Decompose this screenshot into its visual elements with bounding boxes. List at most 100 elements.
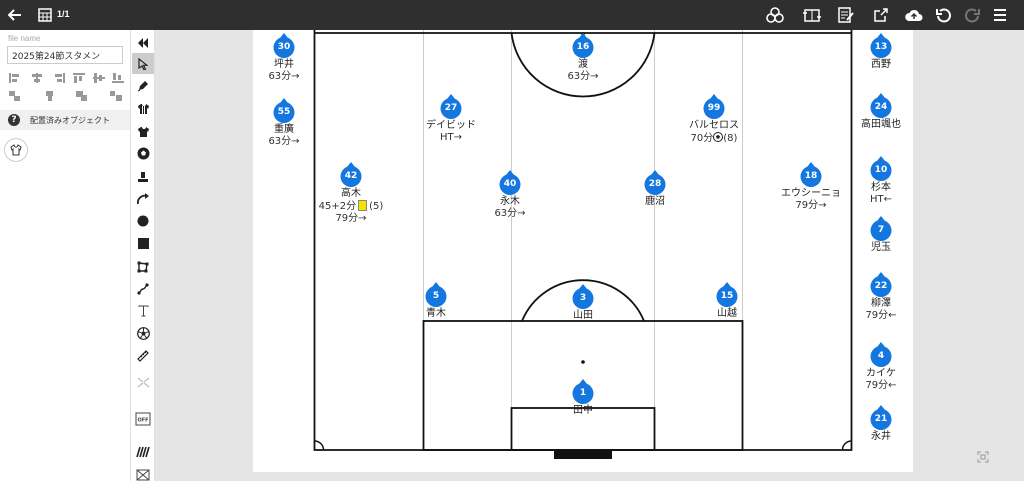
player-number-badge[interactable]: 24: [870, 93, 892, 119]
player-number-badge[interactable]: 1: [572, 379, 594, 405]
polygon-tool-icon[interactable]: [132, 256, 154, 277]
player-number: 15: [720, 291, 734, 301]
player-marker[interactable]: 18 エウシーニョ 79分→: [771, 162, 851, 212]
player-marker[interactable]: 7 児玉: [841, 216, 921, 254]
align-top-icon[interactable]: [73, 73, 85, 83]
ball-icon[interactable]: [132, 143, 154, 164]
player-number-badge[interactable]: 16: [572, 33, 594, 59]
grass-pattern-icon[interactable]: [132, 441, 154, 462]
pages-icon[interactable]: [36, 0, 54, 30]
player-number: 28: [648, 179, 662, 189]
player-number: 55: [277, 107, 291, 117]
player-number-badge[interactable]: 13: [870, 33, 892, 59]
edit-note-icon[interactable]: [836, 0, 856, 30]
player-number: 13: [874, 42, 888, 52]
redo-icon[interactable]: [962, 0, 982, 30]
shirt-icon: [10, 144, 22, 156]
player-shirt-icon[interactable]: [132, 121, 154, 142]
player-marker[interactable]: 24 高田颯也: [841, 93, 921, 131]
undo-icon[interactable]: [934, 0, 954, 30]
distribute-1-icon[interactable]: [9, 91, 21, 101]
player-marker[interactable]: 28 鹿沼: [615, 170, 695, 208]
player-number-badge[interactable]: 4: [870, 342, 892, 368]
text-tool-icon[interactable]: [132, 300, 154, 321]
player-number-badge[interactable]: 18: [800, 162, 822, 188]
player-number-badge[interactable]: 5: [425, 282, 447, 308]
distribute-3-icon[interactable]: [76, 91, 88, 101]
cone-marker-icon[interactable]: [132, 166, 154, 187]
player-number-badge[interactable]: 40: [499, 170, 521, 196]
align-bottom-icon[interactable]: [112, 73, 124, 83]
cloud-upload-icon[interactable]: [904, 0, 924, 30]
player-sub-note: 63分→: [268, 71, 300, 82]
player-marker[interactable]: 4 カイケ 79分←: [841, 342, 921, 392]
align-right-icon[interactable]: [53, 73, 65, 83]
placed-object-shirt[interactable]: [4, 138, 28, 162]
player-shirt-stripe-icon[interactable]: [132, 98, 154, 119]
player-marker[interactable]: 16 渡 63分→: [543, 33, 623, 83]
line-tool-icon[interactable]: [132, 278, 154, 299]
player-number: 27: [444, 103, 458, 113]
player-marker[interactable]: 15 山越: [687, 282, 767, 320]
player-number-badge[interactable]: 10: [870, 156, 892, 182]
align-left-icon[interactable]: [9, 73, 21, 83]
circle-shape-icon[interactable]: [132, 210, 154, 231]
player-number-badge[interactable]: 99: [703, 94, 725, 120]
player-marker[interactable]: 13 西野: [841, 33, 921, 71]
group-objects-icon[interactable]: [132, 372, 154, 393]
swap-field-icon[interactable]: [800, 0, 824, 30]
player-number-badge[interactable]: 7: [870, 216, 892, 242]
ruler-icon[interactable]: [132, 345, 154, 366]
player-number-badge[interactable]: 21: [870, 405, 892, 431]
player-number-badge[interactable]: 27: [440, 94, 462, 120]
select-cursor-icon[interactable]: [132, 53, 154, 74]
svg-text:OFF: OFF: [137, 417, 148, 423]
layers-icon[interactable]: [764, 0, 786, 30]
ball-outline-icon[interactable]: [132, 323, 154, 344]
align-center-h-icon[interactable]: [31, 73, 43, 83]
player-marker[interactable]: 40 永木 63分→: [470, 170, 550, 220]
distribute-2-icon[interactable]: [44, 91, 56, 101]
file-name-input[interactable]: [7, 46, 123, 64]
placed-objects-header[interactable]: ? 配置済みオブジェクト: [0, 110, 130, 130]
player-number-badge[interactable]: 15: [716, 282, 738, 308]
player-number-badge[interactable]: 28: [644, 170, 666, 196]
player-name: エウシーニョ: [781, 188, 841, 199]
player-marker[interactable]: 1 田中: [543, 379, 623, 417]
player-sub-note: HT←: [869, 194, 892, 205]
player-goal-note: 70分 (8): [674, 132, 754, 145]
player-marker[interactable]: 3 山田: [543, 284, 623, 322]
player-marker[interactable]: 5 青木: [396, 282, 476, 320]
player-marker[interactable]: 42 高木 45+2分 (5) 79分→: [311, 162, 391, 225]
share-icon[interactable]: [871, 0, 891, 30]
player-number-badge[interactable]: 3: [572, 284, 594, 310]
curve-arrow-icon[interactable]: [132, 188, 154, 209]
player-number-badge[interactable]: 42: [340, 162, 362, 188]
player-name: 永木: [500, 196, 520, 207]
player-number-badge[interactable]: 22: [870, 272, 892, 298]
help-icon[interactable]: ?: [8, 114, 20, 126]
align-center-v-icon[interactable]: [93, 73, 105, 83]
player-marker[interactable]: 55 重廣 63分→: [244, 98, 324, 148]
back-arrow-icon[interactable]: [4, 0, 26, 30]
pen-icon[interactable]: [132, 75, 154, 96]
player-number-badge[interactable]: 30: [273, 33, 295, 59]
field-off-toggle-icon[interactable]: OFF: [132, 408, 154, 429]
menu-icon[interactable]: [990, 0, 1010, 30]
player-marker[interactable]: 27 デイビッド HT→: [411, 94, 491, 144]
collapse-panel-icon[interactable]: [132, 32, 154, 53]
player-marker[interactable]: 21 永井: [841, 405, 921, 443]
player-marker[interactable]: 10 杉本 HT←: [841, 156, 921, 206]
fit-screen-icon[interactable]: [977, 448, 989, 463]
lineup-board[interactable]: 16 渡 63分→ 27 デイビッド HT→ 99 バルセロス 70分 (8) 42 高木 45+2分(…: [253, 30, 913, 472]
player-sub-note: 79分←: [865, 310, 897, 321]
player-marker[interactable]: 30 坪井 63分→: [244, 33, 324, 83]
placed-objects-label: 配置済みオブジェクト: [30, 116, 110, 125]
player-number-badge[interactable]: 55: [273, 98, 295, 124]
rectangle-shape-icon[interactable]: [132, 233, 154, 254]
player-sub-note: 63分→: [567, 71, 599, 82]
distribute-4-icon[interactable]: [110, 91, 122, 101]
field-pattern-icon[interactable]: [132, 464, 154, 485]
player-marker[interactable]: 22 柳澤 79分←: [841, 272, 921, 322]
player-marker[interactable]: 99 バルセロス 70分 (8): [674, 94, 754, 145]
